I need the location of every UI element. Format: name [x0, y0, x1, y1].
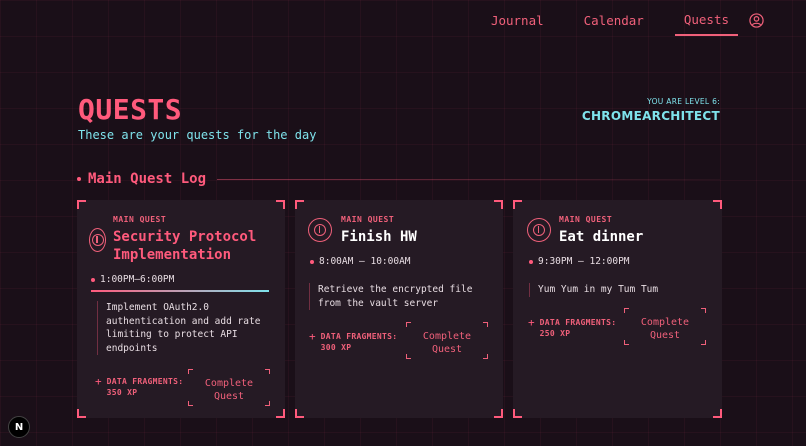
- card-corner: [713, 409, 722, 418]
- quest-card: MAIN QUEST Finish HW 8:00AM – 10:00AM Re…: [295, 200, 503, 418]
- quest-time: 9:30PM – 12:00PM: [529, 256, 630, 267]
- description-line: Yum Yum in my Tum Tum: [538, 284, 659, 295]
- user-circle-icon[interactable]: [749, 13, 764, 28]
- plus-icon: +: [95, 375, 102, 388]
- level-label: YOU ARE LEVEL 6:: [647, 97, 720, 106]
- time-dot: [91, 277, 95, 282]
- quest-power-icon: [308, 218, 332, 242]
- plus-icon: +: [528, 316, 535, 329]
- quest-card: MAIN QUEST Eat dinner 9:30PM – 12:00PM Y…: [513, 200, 722, 418]
- description-line: endpoints: [106, 342, 158, 354]
- quest-time: 8:00AM – 10:00AM: [310, 256, 411, 267]
- quest-name-line: Finish HW: [341, 229, 417, 245]
- description-line: Retrieve the encrypted file: [318, 284, 473, 295]
- description-line: limiting to protect API: [106, 329, 238, 340]
- card-corner: [276, 409, 285, 418]
- button-label: Quest: [649, 329, 681, 341]
- complete-quest-button[interactable]: Complete Quest: [188, 369, 270, 406]
- description-line: authentication and add rate: [106, 315, 261, 327]
- card-corner: [295, 200, 304, 209]
- quest-progress-bar: [91, 290, 269, 292]
- reward-label: DATA FRAGMENTS:: [539, 318, 617, 327]
- nextjs-dev-badge[interactable]: N: [8, 416, 30, 438]
- level-indicator: YOU ARE LEVEL 6: CHROMEARCHITECT: [582, 97, 720, 123]
- card-corner: [295, 409, 304, 418]
- bullet-dot: [77, 177, 81, 181]
- card-corner: [713, 200, 722, 209]
- card-corner: [77, 409, 86, 418]
- card-corner: [494, 409, 503, 418]
- plus-icon: +: [309, 330, 316, 343]
- quest-time-text: 1:00PM–6:00PM: [100, 274, 175, 285]
- quest-name: Finish HW: [341, 228, 417, 246]
- top-nav: Journal Calendar Quests: [460, 12, 764, 36]
- button-label: Quest: [213, 390, 245, 402]
- quest-card: MAIN QUEST Security Protocol Implementat…: [77, 200, 285, 418]
- description-line: Implement OAuth2.0: [106, 302, 209, 313]
- card-corner: [77, 200, 86, 209]
- section-title: Main Quest Log: [88, 171, 207, 187]
- quest-name: Eat dinner: [559, 228, 643, 246]
- reward-xp: 300 XP: [320, 343, 352, 352]
- quest-description: Retrieve the encrypted file from the vau…: [309, 283, 494, 310]
- nav-quests[interactable]: Quests: [674, 12, 738, 36]
- card-corner: [513, 409, 522, 418]
- quest-power-icon: [527, 218, 551, 242]
- quest-name-line: Implementation: [113, 247, 232, 263]
- page-title: QUESTS: [78, 93, 183, 126]
- reward-label: DATA FRAGMENTS:: [106, 377, 184, 386]
- card-corner: [276, 200, 285, 209]
- card-corner: [513, 200, 522, 209]
- time-dot: [310, 259, 314, 264]
- button-label: Complete: [422, 330, 472, 342]
- quest-description: Implement OAuth2.0 authentication and ad…: [97, 301, 277, 355]
- page-subtitle: These are your quests for the day: [78, 128, 317, 142]
- reward-label: DATA FRAGMENTS:: [320, 332, 398, 341]
- description-line: from the vault server: [318, 297, 439, 309]
- quest-reward: + DATA FRAGMENTS: 350 XP: [95, 376, 183, 398]
- quest-reward: + DATA FRAGMENTS: 250 XP: [528, 317, 616, 339]
- quest-time-text: 8:00AM – 10:00AM: [319, 256, 411, 267]
- quest-time-text: 9:30PM – 12:00PM: [538, 256, 630, 267]
- quest-kind: MAIN QUEST: [113, 215, 167, 224]
- quest-name-line: Eat dinner: [559, 229, 644, 245]
- section-header: Main Quest Log: [77, 171, 720, 187]
- quest-description: Yum Yum in my Tum Tum: [529, 283, 714, 297]
- complete-quest-button[interactable]: Complete Quest: [406, 322, 488, 359]
- quest-kind: MAIN QUEST: [341, 215, 395, 224]
- button-label: Quest: [431, 343, 463, 355]
- button-label: Complete: [640, 316, 690, 328]
- quest-reward: + DATA FRAGMENTS: 300 XP: [309, 331, 397, 353]
- card-corner: [494, 200, 503, 209]
- quest-power-icon: [89, 228, 106, 252]
- complete-quest-button[interactable]: Complete Quest: [624, 308, 706, 345]
- quest-kind: MAIN QUEST: [559, 215, 613, 224]
- section-divider: [217, 178, 720, 180]
- quest-name-line: Security Protocol: [113, 229, 257, 245]
- reward-xp: 350 XP: [106, 388, 138, 397]
- button-label: Complete: [204, 377, 254, 389]
- reward-xp: 250 XP: [539, 329, 571, 338]
- nav-calendar[interactable]: Calendar: [575, 13, 653, 35]
- quest-time: 1:00PM–6:00PM: [91, 274, 174, 285]
- time-dot: [529, 259, 533, 264]
- username: CHROMEARCHITECT: [581, 109, 720, 123]
- quest-name: Security Protocol Implementation: [113, 228, 256, 264]
- nav-journal[interactable]: Journal: [482, 13, 553, 35]
